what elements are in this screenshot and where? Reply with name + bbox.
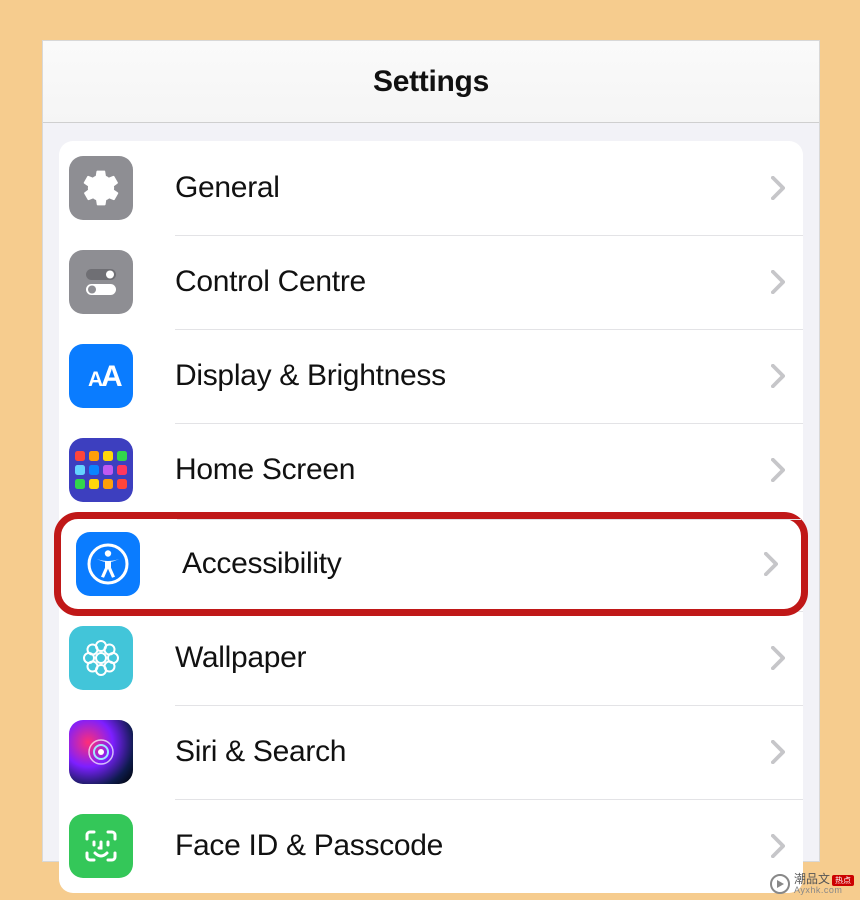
face-id-icon: [69, 814, 133, 878]
row-display-brightness[interactable]: A A Display & Brightness: [59, 329, 803, 423]
row-home-screen[interactable]: Home Screen: [59, 423, 803, 517]
header: Settings: [43, 41, 819, 123]
chevron-right-icon: [771, 270, 785, 294]
row-general[interactable]: General: [59, 141, 803, 235]
chevron-right-icon: [771, 176, 785, 200]
row-label: Home Screen: [175, 453, 771, 487]
gear-icon: [69, 156, 133, 220]
row-control-centre[interactable]: Control Centre: [59, 235, 803, 329]
settings-card: Settings General: [42, 40, 820, 862]
row-label: Wallpaper: [175, 641, 771, 675]
chevron-right-icon: [764, 552, 778, 576]
chevron-right-icon: [771, 646, 785, 670]
row-label: Accessibility: [182, 547, 764, 581]
watermark: 潮品文热点 Ayxhk.com: [770, 873, 854, 896]
play-icon: [770, 874, 790, 894]
row-label: Face ID & Passcode: [175, 829, 771, 863]
row-wallpaper[interactable]: Wallpaper: [59, 611, 803, 705]
flower-icon: [69, 626, 133, 690]
row-siri-search[interactable]: Siri & Search: [59, 705, 803, 799]
chevron-right-icon: [771, 740, 785, 764]
text-size-icon: A A: [69, 344, 133, 408]
row-label: Control Centre: [175, 265, 771, 299]
content-area: General Control Centre: [43, 123, 819, 861]
row-label: General: [175, 171, 771, 205]
accessibility-icon: [76, 532, 140, 596]
row-accessibility[interactable]: Accessibility: [54, 512, 808, 616]
toggles-icon: [69, 250, 133, 314]
row-face-id-passcode[interactable]: Face ID & Passcode: [59, 799, 803, 893]
siri-icon: [69, 720, 133, 784]
row-label: Display & Brightness: [175, 359, 771, 393]
app-grid-icon: [69, 438, 133, 502]
svg-text:A: A: [101, 360, 123, 393]
page-title: Settings: [373, 65, 489, 99]
row-label: Siri & Search: [175, 735, 771, 769]
chevron-right-icon: [771, 364, 785, 388]
chevron-right-icon: [771, 458, 785, 482]
chevron-right-icon: [771, 834, 785, 858]
settings-list: General Control Centre: [59, 141, 803, 893]
